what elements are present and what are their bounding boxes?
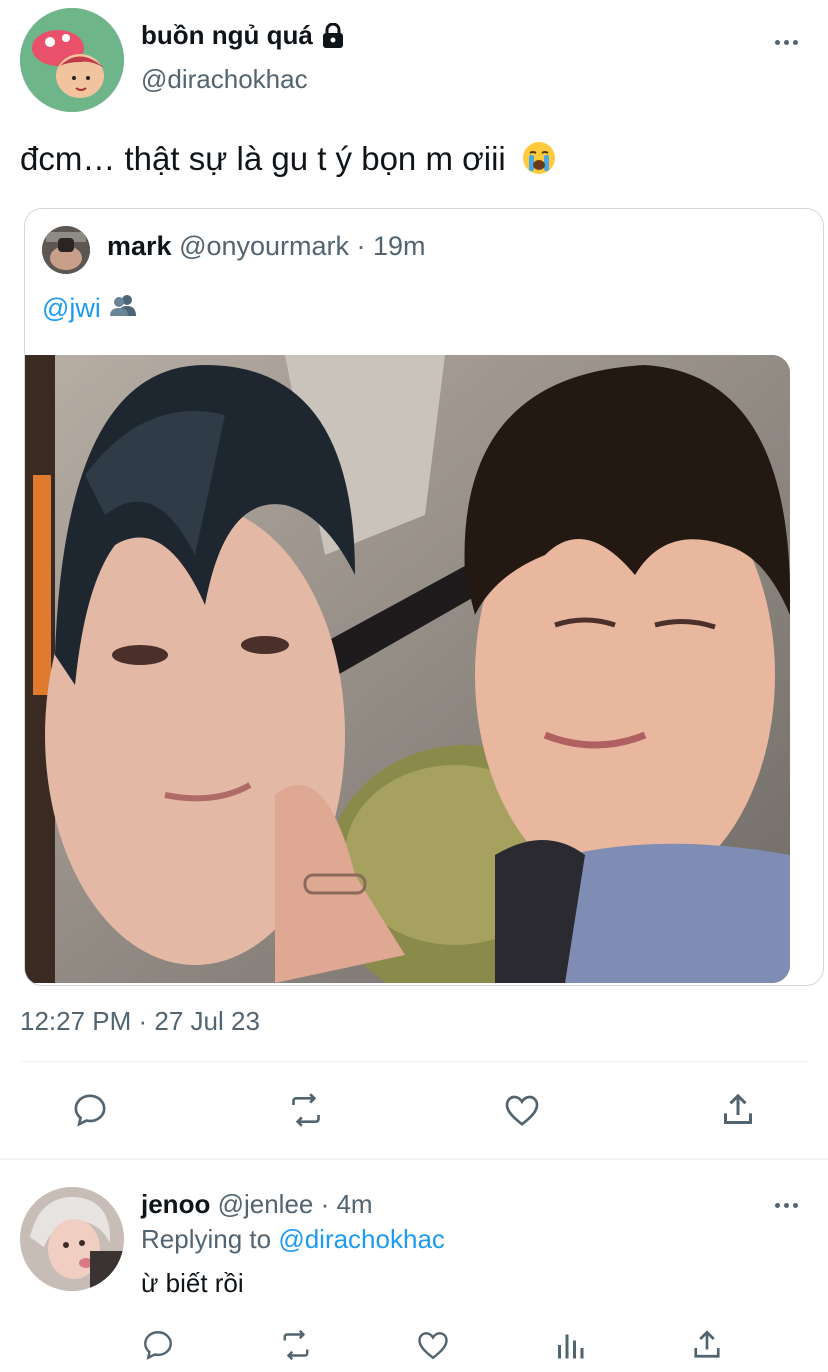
reply-retweet-icon[interactable] — [274, 1323, 318, 1367]
analytics-icon[interactable] — [548, 1323, 592, 1367]
reply-more-options-icon[interactable] — [766, 1195, 806, 1215]
loudly-crying-face-icon — [521, 140, 557, 176]
tweet-timestamp[interactable]: 12:27 PM · 27 Jul 23 — [20, 1006, 260, 1037]
tweet-text: đcm… thật sự là gu t ý bọn m ơiii — [20, 138, 557, 180]
retweet-icon[interactable] — [284, 1088, 328, 1132]
display-name-text: buồn ngủ quá — [141, 20, 313, 50]
quote-mention[interactable]: @jwi — [42, 293, 101, 324]
reply-icon[interactable] — [68, 1088, 112, 1132]
reply-tweet[interactable]: jenoo @jenlee · 4m Replying to @dirachok… — [0, 1160, 828, 1372]
reply-text: ừ biết rồi — [141, 1268, 244, 1298]
reply-avatar[interactable] — [20, 1187, 124, 1291]
like-icon[interactable] — [500, 1088, 544, 1132]
reply-like-icon[interactable] — [411, 1323, 455, 1367]
share-icon[interactable] — [716, 1088, 760, 1132]
quote-handle-time: @onyourmark · 19m — [179, 231, 426, 261]
busts-in-silhouette-icon — [109, 293, 137, 324]
quoted-tweet[interactable]: mark @onyourmark · 19m @jwi — [24, 208, 824, 986]
reply-reply-icon[interactable] — [136, 1323, 180, 1367]
quote-name[interactable]: mark — [107, 231, 172, 261]
replying-to: Replying to @dirachokhac — [141, 1224, 445, 1255]
more-options-icon[interactable] — [766, 32, 806, 52]
reply-share-icon[interactable] — [685, 1323, 729, 1367]
main-display-name[interactable]: buồn ngủ quá — [141, 20, 345, 51]
quote-avatar[interactable] — [42, 226, 90, 274]
replying-mention[interactable]: @dirachokhac — [278, 1224, 445, 1254]
lock-icon — [321, 22, 345, 49]
main-avatar[interactable] — [20, 8, 124, 112]
reply-handle-time: @jenlee · 4m — [217, 1189, 373, 1219]
tweet-text-content: đcm… thật sự là gu t ý bọn m ơiii — [20, 140, 506, 177]
reply-header: jenoo @jenlee · 4m — [141, 1189, 373, 1220]
main-handle[interactable]: @dirachokhac — [141, 64, 308, 95]
quote-photo[interactable] — [25, 355, 790, 983]
reply-name[interactable]: jenoo — [141, 1189, 210, 1219]
quote-text: @jwi — [42, 293, 137, 324]
quote-header: mark @onyourmark · 19m — [107, 231, 426, 262]
divider — [20, 1061, 808, 1062]
replying-prefix: Replying to — [141, 1224, 272, 1254]
